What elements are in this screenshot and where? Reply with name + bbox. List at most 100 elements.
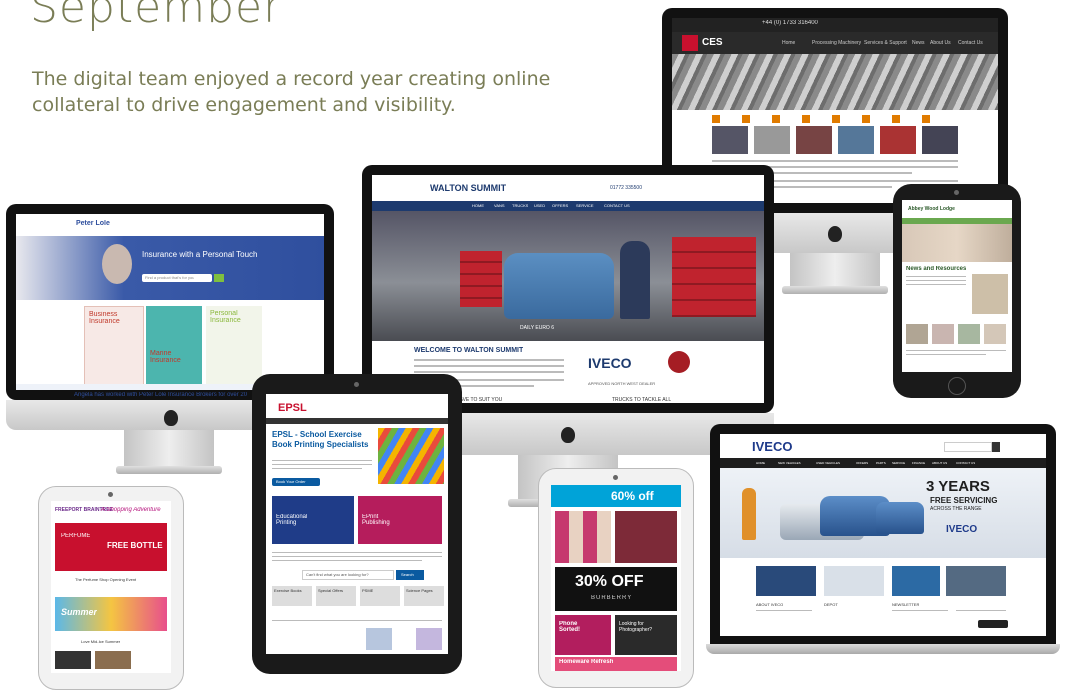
card-business[interactable]: Business Insurance <box>84 306 144 386</box>
iveco-search-input[interactable] <box>944 442 992 452</box>
burberry-offer[interactable]: 30% OFF BURBERRY <box>555 567 677 611</box>
homeware-banner[interactable]: Homeware Refresh <box>555 657 677 671</box>
iveco-website: IVECO HOME NEW VEHICLES USED VEHICLES OF… <box>720 434 1046 636</box>
chat-button[interactable] <box>978 620 1008 628</box>
freeport-thumb[interactable] <box>55 651 91 669</box>
fiat-badge-icon <box>668 351 690 373</box>
walton-nav-item[interactable]: CONTACT US <box>604 203 630 208</box>
peterlole-hero: Insurance with a Personal Touch Find a p… <box>16 236 324 300</box>
epsl-tab[interactable]: Special Offers <box>316 586 356 606</box>
iveco-logo[interactable]: IVECO <box>752 439 792 454</box>
ces-hero-image <box>672 54 998 110</box>
summer-banner[interactable]: Summer <box>55 597 167 631</box>
walton-nav-item[interactable]: SERVICE <box>576 203 594 208</box>
driver-image <box>620 241 650 319</box>
ces-thumbnail[interactable] <box>838 126 874 154</box>
book-order-button[interactable]: Book Your Order <box>272 478 320 486</box>
iveco-nav-item[interactable]: HOME <box>756 461 765 465</box>
epsl-search-input[interactable]: Can't find what you are looking for? <box>302 570 394 580</box>
walton-nav-item[interactable]: USED <box>534 203 545 208</box>
abbey-thumb[interactable] <box>932 324 954 344</box>
ces-nav-item[interactable]: About Us <box>930 40 951 46</box>
abbey-thumb[interactable] <box>906 324 928 344</box>
ces-logo[interactable]: CES <box>702 37 723 48</box>
section-trucks: TRUCKS TO TACKLE ALL <box>612 397 672 403</box>
sale-product-grid[interactable] <box>555 511 611 563</box>
card-marine[interactable]: Marine Insurance <box>146 306 202 384</box>
iveco-nav-item[interactable]: USED VEHICLES <box>816 461 840 465</box>
walton-logo[interactable]: WALTON SUMMIT <box>430 183 506 193</box>
freeport-tagline: A Shopping Adventure <box>101 507 161 513</box>
perfume-offer[interactable]: PERFUME FREE BOTTLE <box>55 523 167 571</box>
iveco-nav-item[interactable]: SERVICE <box>892 461 905 465</box>
epsl-logo[interactable]: EPSL <box>278 402 307 414</box>
panel-educational[interactable]: Educational Printing <box>272 496 354 544</box>
hero-boxes <box>460 251 502 307</box>
sale-promo[interactable] <box>615 511 677 563</box>
ces-nav-item[interactable]: Contact Us <box>958 40 983 46</box>
promo-years: 3 YEARS <box>926 478 990 495</box>
peterlole-logo[interactable]: Peter Lole <box>76 220 110 227</box>
sale-banner: 60% off <box>611 489 654 503</box>
ces-nav-item[interactable]: Services & Support <box>864 40 907 46</box>
walton-nav-item[interactable]: VANS <box>494 203 505 208</box>
apple-logo-icon <box>561 427 575 443</box>
ces-nav-item[interactable]: News <box>912 40 925 46</box>
epsl-tab[interactable]: Science Pages <box>404 586 444 606</box>
abbey-thumb[interactable] <box>984 324 1006 344</box>
freeport-thumb[interactable] <box>95 651 131 669</box>
iveco-info-card[interactable] <box>946 566 1006 596</box>
ces-category-strip <box>712 115 952 123</box>
walton-phone: 01772 335500 <box>610 185 642 191</box>
walton-nav-item[interactable]: TRUCKS <box>512 203 528 208</box>
iveco-brand: IVECO <box>588 355 632 371</box>
epsl-product[interactable] <box>366 628 392 650</box>
iveco-nav-item[interactable]: OFFERS <box>856 461 868 465</box>
walton-hero-image: DAILY EURO 6 <box>372 211 764 341</box>
home-button[interactable] <box>948 377 966 395</box>
epsl-product[interactable] <box>416 628 442 650</box>
walton-website: WALTON SUMMIT 01772 335500 HOME VANS TRU… <box>372 175 764 403</box>
peterlole-search-input[interactable]: Find a product that's for you <box>142 274 212 282</box>
tablet-sale: 60% off 30% OFF BURBERRY Phone Sorted! L… <box>538 468 694 688</box>
walton-nav-item[interactable]: HOME <box>472 203 484 208</box>
section-vans: HAVE TO SUIT YOU <box>456 397 503 403</box>
abbey-thumb[interactable] <box>958 324 980 344</box>
ces-thumbnail[interactable] <box>754 126 790 154</box>
epsl-headline: EPSL - School Exercise Book Printing Spe… <box>272 430 369 449</box>
iveco-promo-brand: IVECO <box>946 524 978 535</box>
ces-thumbnail[interactable] <box>880 126 916 154</box>
iveco-info-card[interactable] <box>756 566 816 596</box>
card-personal[interactable]: Personal Insurance <box>206 306 262 384</box>
abbey-logo[interactable]: Abbey Wood Lodge <box>908 206 955 212</box>
iveco-nav-item[interactable]: FINANCE <box>912 461 925 465</box>
ces-nav-item[interactable]: Processing Machinery <box>812 40 861 46</box>
promo-range: ACROSS THE RANGE <box>930 506 982 512</box>
iveco-nav-item[interactable]: CONTACT US <box>956 461 975 465</box>
ces-nav-item[interactable]: Home <box>782 40 795 46</box>
epsl-tab[interactable]: Exercise Books <box>272 586 312 606</box>
ces-thumbnail[interactable] <box>712 126 748 154</box>
abbey-section-title: News and Resources <box>906 266 967 272</box>
photographer-card[interactable]: Looking for Photographer? <box>615 615 677 655</box>
approved-dealer: APPROVED NORTH WEST DEALER <box>588 381 656 386</box>
iveco-info-card[interactable] <box>892 566 940 596</box>
walton-nav-item[interactable]: OFFERS <box>552 203 568 208</box>
iveco-info-card[interactable] <box>824 566 884 596</box>
search-icon[interactable] <box>992 442 1000 452</box>
iveco-nav-item[interactable]: ABOUT US <box>932 461 947 465</box>
apple-logo-icon <box>828 226 842 242</box>
panel-eprint[interactable]: EPrint Publishing <box>358 496 442 544</box>
epsl-tab[interactable]: PSME <box>360 586 400 606</box>
peterlole-hero-title: Insurance with a Personal Touch <box>142 250 258 259</box>
ces-thumbnail[interactable] <box>796 126 832 154</box>
iveco-info-label: NEWSLETTER <box>892 602 920 607</box>
iveco-nav-item[interactable]: NEW VEHICLES <box>778 461 801 465</box>
phone-sorted-card[interactable]: Phone Sorted! <box>555 615 611 655</box>
epsl-search-button[interactable]: Search <box>396 570 424 580</box>
iveco-nav-item[interactable]: PARTS <box>876 461 886 465</box>
search-button[interactable] <box>214 274 224 282</box>
freeport-bottom: Love Mid-Ice Summer <box>81 639 121 644</box>
abbey-side-image <box>972 274 1008 314</box>
ces-thumbnail[interactable] <box>922 126 958 154</box>
